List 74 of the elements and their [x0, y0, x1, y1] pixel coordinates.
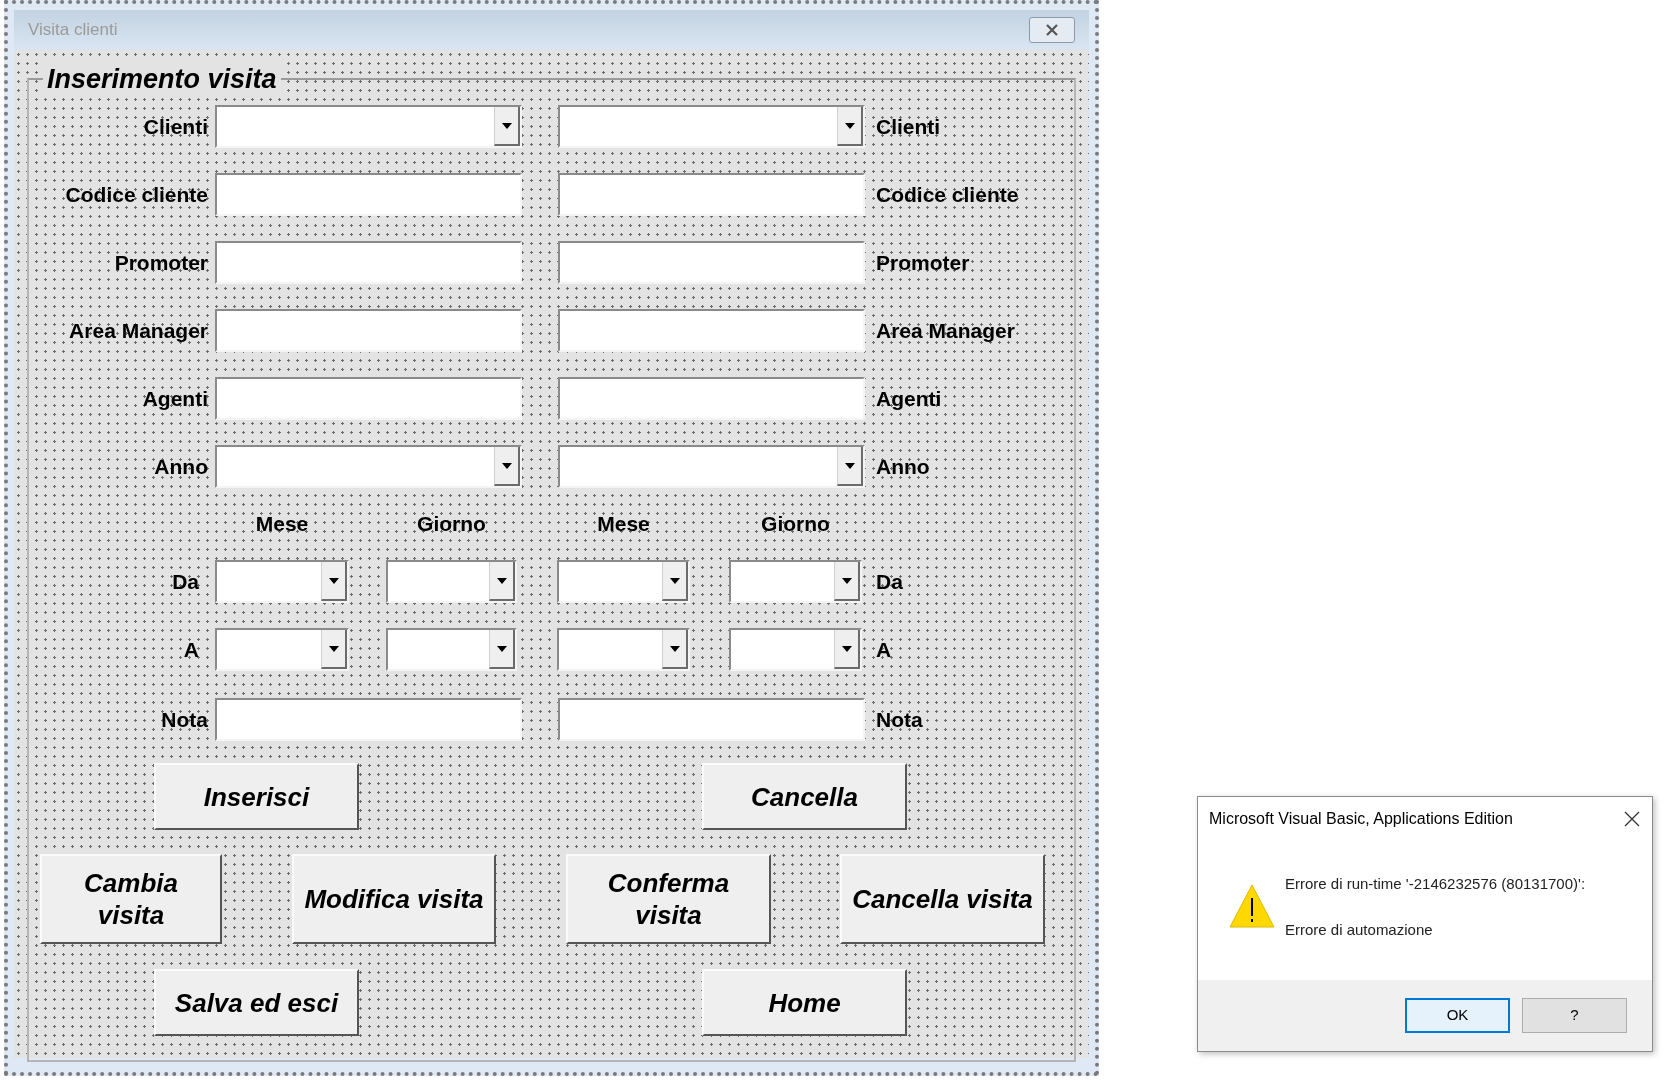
field-label: Promoter: [876, 250, 970, 274]
form-button[interactable]: Home: [702, 969, 907, 1036]
text-field[interactable]: [215, 377, 522, 420]
warning-icon: [1229, 883, 1275, 929]
form-button[interactable]: Inserisci: [154, 763, 359, 830]
dropdown-field[interactable]: [558, 445, 865, 488]
close-icon[interactable]: [1624, 811, 1640, 827]
field-label: Clienti: [143, 113, 208, 140]
field-label: Promoter: [114, 249, 208, 276]
dropdown-arrow-icon: [841, 577, 852, 584]
field-label: Codice cliente: [65, 181, 208, 208]
close-icon: [1045, 24, 1059, 36]
column-header: Giorno: [417, 511, 486, 538]
text-field[interactable]: [215, 698, 522, 741]
dropdown-arrow-icon: [844, 462, 855, 469]
dropdown-field[interactable]: [386, 628, 517, 671]
dropdown-field[interactable]: [215, 628, 349, 671]
dropdown-arrow-icon: [841, 645, 852, 652]
dialog-button[interactable]: ?: [1522, 998, 1627, 1033]
field-label: Da: [876, 569, 903, 593]
dropdown-arrow-icon: [669, 645, 680, 652]
field-label: Da: [172, 568, 199, 595]
text-field[interactable]: [215, 309, 522, 352]
form-button[interactable]: Modifica visita: [292, 854, 496, 944]
error-detail: Errore di automazione: [1285, 919, 1434, 940]
dialog-title: Microsoft Visual Basic, Applications Edition: [1209, 809, 1513, 829]
dropdown-field[interactable]: [557, 560, 690, 603]
text-field[interactable]: [215, 173, 522, 216]
close-button[interactable]: [1029, 17, 1075, 43]
error-message: Errore di run-time '-2146232576 (80131700)':: [1285, 874, 1586, 894]
field-label: Area Manager: [876, 318, 1015, 342]
dropdown-field[interactable]: [729, 560, 862, 603]
form-button[interactable]: Conferma visita: [566, 854, 771, 944]
text-field[interactable]: [558, 698, 865, 741]
form-button[interactable]: Cancella visita: [840, 854, 1045, 944]
column-header: Giorno: [761, 511, 830, 538]
field-label: Nota: [876, 707, 923, 731]
field-label: Area Manager: [69, 317, 208, 344]
field-label: Nota: [161, 706, 208, 733]
text-field[interactable]: [558, 377, 865, 420]
dropdown-arrow-icon: [328, 645, 339, 652]
dropdown-arrow-icon: [501, 122, 512, 129]
field-label: Anno: [876, 454, 930, 478]
dropdown-arrow-icon: [669, 577, 680, 584]
dropdown-arrow-icon: [328, 577, 339, 584]
form-button[interactable]: Salva ed esci: [154, 969, 359, 1036]
dropdown-arrow-icon: [496, 577, 507, 584]
field-label: Agenti: [142, 385, 208, 412]
column-header: Mese: [255, 511, 309, 538]
dropdown-field[interactable]: [215, 560, 349, 603]
window-title: Visita clienti: [28, 19, 118, 42]
field-label: Codice cliente: [876, 182, 1019, 206]
dropdown-field[interactable]: [558, 105, 865, 148]
field-label: Clienti: [876, 114, 941, 138]
text-field[interactable]: [558, 241, 865, 284]
dropdown-arrow-icon: [501, 462, 512, 469]
dropdown-field[interactable]: [557, 628, 690, 671]
form-button[interactable]: Cambia visita: [40, 854, 222, 944]
dropdown-field[interactable]: [386, 560, 517, 603]
field-label: A: [183, 636, 199, 663]
dialog-button[interactable]: OK: [1405, 998, 1510, 1033]
text-field[interactable]: [558, 173, 865, 216]
column-header: Mese: [597, 511, 650, 538]
dropdown-field[interactable]: [215, 445, 522, 488]
field-label: A: [876, 637, 892, 661]
dropdown-arrow-icon: [496, 645, 507, 652]
dropdown-arrow-icon: [844, 122, 855, 129]
field-label: Agenti: [876, 386, 942, 410]
dropdown-field[interactable]: [729, 628, 862, 671]
field-label: Anno: [154, 453, 208, 480]
text-field[interactable]: [558, 309, 865, 352]
form-button[interactable]: Cancella: [702, 763, 907, 830]
text-field[interactable]: [215, 241, 522, 284]
dropdown-field[interactable]: [215, 105, 522, 148]
